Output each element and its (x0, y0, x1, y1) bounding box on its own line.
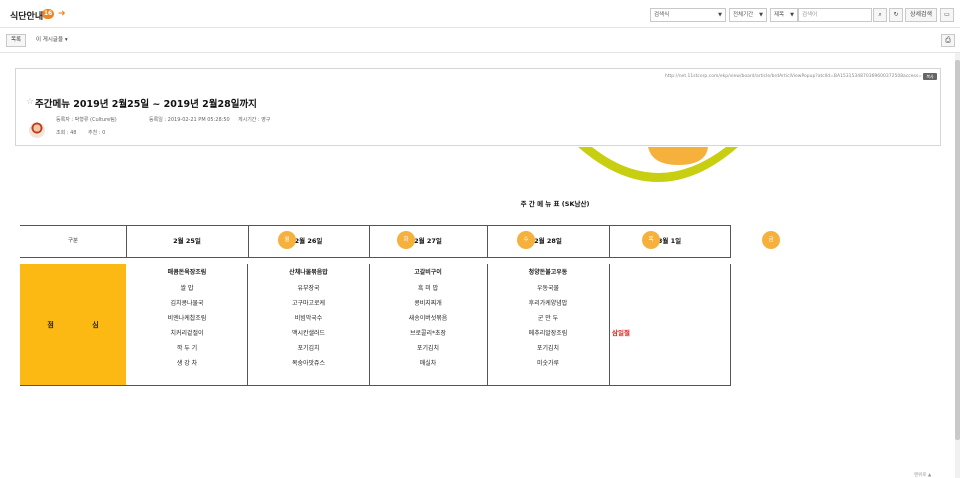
scrollbar-thumb[interactable] (955, 60, 960, 440)
menu-item: 포기김치 (297, 345, 320, 352)
divider (126, 225, 127, 258)
menu-item: 복숭아맛쥬스 (291, 360, 326, 367)
field-select[interactable]: 제목 ▼ (770, 8, 798, 22)
day-header: 3월 1일 (609, 225, 730, 258)
recommend-count: 추천 : 0 (88, 130, 106, 136)
menu-item: 포기김치 (416, 345, 440, 352)
board-title[interactable]: 식단안내 (10, 9, 43, 22)
chevron-down-icon: ▼ (759, 12, 763, 18)
lunch-label: 점 심 (47, 321, 117, 329)
refresh-button[interactable]: ↻ (889, 8, 903, 22)
refresh-icon: ↻ (893, 11, 899, 18)
menu-column (609, 264, 730, 386)
divider (487, 225, 488, 258)
menu-column: 산채나물볶음밥 유부장국 고구마고로케 비빔막국수 맥시칸샐러드 포기김치 복숭… (248, 264, 369, 386)
search-button[interactable]: ⌕ (873, 8, 887, 22)
author: 등록자 : 박형류 (Culture팀) (56, 117, 117, 123)
menu-item: 군 만 두 (537, 315, 559, 322)
menu-column: 매콤돈육장조림 쌀 밥 김치콩나물국 비엔나케찹조림 치커리겉절이 깍 두 기 … (126, 264, 248, 386)
divider (248, 225, 249, 258)
day-header: 2월 28일 (487, 225, 609, 258)
chevron-down-icon: ▼ (718, 12, 722, 18)
detail-search-button[interactable]: 상세검색 (905, 8, 937, 22)
gubun-header: 구분 (20, 225, 126, 258)
menu-banner-graphic (578, 147, 738, 182)
move-article-menu[interactable]: 이 게시글을 ▾ (36, 35, 68, 46)
menu-item: 맥시칸샐러드 (291, 330, 326, 337)
menu-item: 치커리겉절이 (170, 330, 204, 337)
registered-date: 등록일 : 2019-02-21 PM 05:28:50 (149, 117, 230, 123)
count-badge: 16 (42, 9, 54, 19)
menu-column: 청양돈불고우동 우동국물 후리가케양념밥 군 만 두 메추리알장조림 포기김치 … (487, 264, 609, 386)
menu-item: 매실차 (419, 360, 437, 367)
print-icon: ⎙ (945, 36, 951, 44)
print-button[interactable]: ⎙ (941, 34, 955, 47)
collapse-button[interactable]: ▭ (940, 8, 954, 22)
avatar (29, 122, 45, 138)
weekday-badge: 금 (762, 231, 780, 249)
article-url: http://net.11stcorp.com/ekp/view/board/a… (664, 74, 922, 79)
menu-item: 고갈비구이 (414, 269, 442, 276)
menu-item: 깍 두 기 (176, 345, 198, 352)
menu-item: 미숫가루 (536, 360, 560, 367)
day-header: 2월 26일 (248, 225, 369, 258)
menu-item: 메추리알장조림 (528, 330, 568, 337)
menu-item: 생 강 차 (176, 360, 198, 367)
period-select[interactable]: 전체기간 ▼ (729, 8, 767, 22)
post-period: 게시기간 : 영구 (238, 117, 271, 123)
arrow-icon[interactable]: ➜ (58, 8, 66, 20)
weekday-badge: 목 (642, 231, 660, 249)
search-input[interactable]: 검색어 (798, 8, 872, 22)
weekday-badge: 수 (517, 231, 535, 249)
menu-item: 청양돈불고우동 (528, 269, 568, 276)
article-title: 주간메뉴 2019년 2월25일 ~ 2019년 2월28일까지 (35, 99, 257, 110)
divider (369, 225, 370, 258)
article-header: http://net.11stcorp.com/ekp/view/board/a… (15, 68, 941, 146)
weekday-badge: 화 (397, 231, 415, 249)
menu-item: 고구마고로케 (291, 300, 326, 307)
copy-url-button[interactable]: 복사 (923, 73, 937, 80)
menu-item: 매콤돈육장조림 (167, 269, 207, 276)
menu-column: 고갈비구이 흑 미 밥 콩비지찌개 새송이버섯볶음 브로콜리*초장 포기김치 매… (369, 264, 487, 386)
search-scope-select[interactable]: 검색식 ▼ (650, 8, 726, 22)
divider (609, 225, 610, 258)
star-icon[interactable]: ☆ (26, 97, 34, 107)
menu-item: 우동국물 (536, 285, 560, 292)
menu-item: 포기김치 (536, 345, 560, 352)
menu-item: 비엔나케찹조림 (167, 315, 207, 322)
holiday-label: 삼일절 (612, 329, 630, 337)
top-bar: 식단안내 16 ➜ 검색식 ▼ 전체기간 ▼ 제목 ▼ 검색어 ⌕ ↻ 상세검색 ▭ (0, 0, 960, 28)
view-count: 조회 : 48 (56, 130, 77, 136)
divider (730, 225, 731, 258)
search-icon: ⌕ (878, 11, 882, 18)
article-toolbar: 목록 이 게시글을 ▾ ⎙ (0, 29, 960, 53)
list-button[interactable]: 목록 (6, 34, 26, 47)
menu-item: 산채나물볶음밥 (289, 269, 328, 276)
menu-item: 김치콩나물국 (170, 300, 204, 307)
chevron-down-icon: ▼ (790, 12, 794, 18)
menu-item: 브로콜리*초장 (409, 330, 447, 337)
divider (730, 264, 731, 386)
scroll-top-link[interactable]: 맨위로 ▲ (914, 472, 931, 478)
window-icon: ▭ (944, 11, 950, 18)
menu-item: 후리가케양념밥 (528, 300, 568, 307)
menu-title: 주 간 메 뉴 표 (SK남산) (520, 200, 590, 208)
menu-item: 비빔막국수 (294, 315, 323, 322)
menu-item: 콩비지찌개 (414, 300, 442, 307)
weekday-badge: 월 (278, 231, 296, 249)
day-header: 2월 25일 (126, 225, 248, 258)
day-header: 2월 27일 (369, 225, 487, 258)
menu-item: 유부장국 (297, 285, 320, 292)
menu-item: 새송이버섯볶음 (408, 315, 448, 322)
menu-item: 흑 미 밥 (417, 285, 439, 292)
menu-item: 쌀 밥 (180, 285, 194, 292)
chevron-down-icon: ▾ (64, 37, 68, 43)
